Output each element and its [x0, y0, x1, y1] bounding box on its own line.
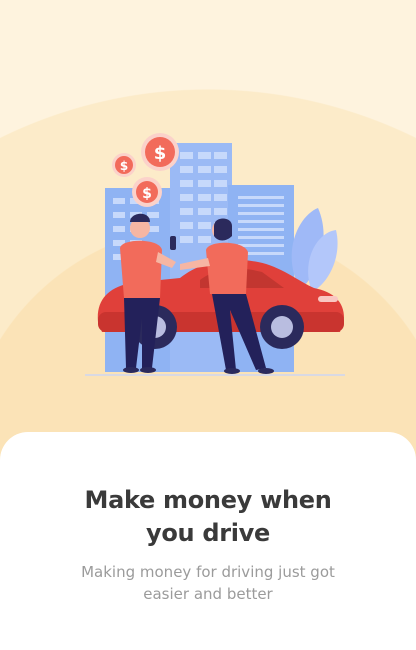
- svg-text:$: $: [142, 186, 152, 202]
- hero-illustration: $ $ $: [85, 133, 345, 376]
- title-line: you drive: [145, 519, 271, 547]
- plant-icon: [291, 208, 338, 292]
- dollar-coin-icon: $: [132, 177, 162, 207]
- svg-text:$: $: [120, 159, 128, 173]
- dollar-coin-icon: $: [112, 153, 136, 177]
- title-line: Make money when: [84, 486, 332, 514]
- dollar-coin-icon: $: [141, 133, 179, 171]
- svg-text:$: $: [154, 143, 167, 164]
- page-subtitle: Making money for driving just got easier…: [0, 561, 416, 605]
- subtitle-line: easier and better: [143, 585, 273, 603]
- page-title: Make money when you drive: [0, 484, 416, 550]
- subtitle-line: Making money for driving just got: [81, 563, 335, 581]
